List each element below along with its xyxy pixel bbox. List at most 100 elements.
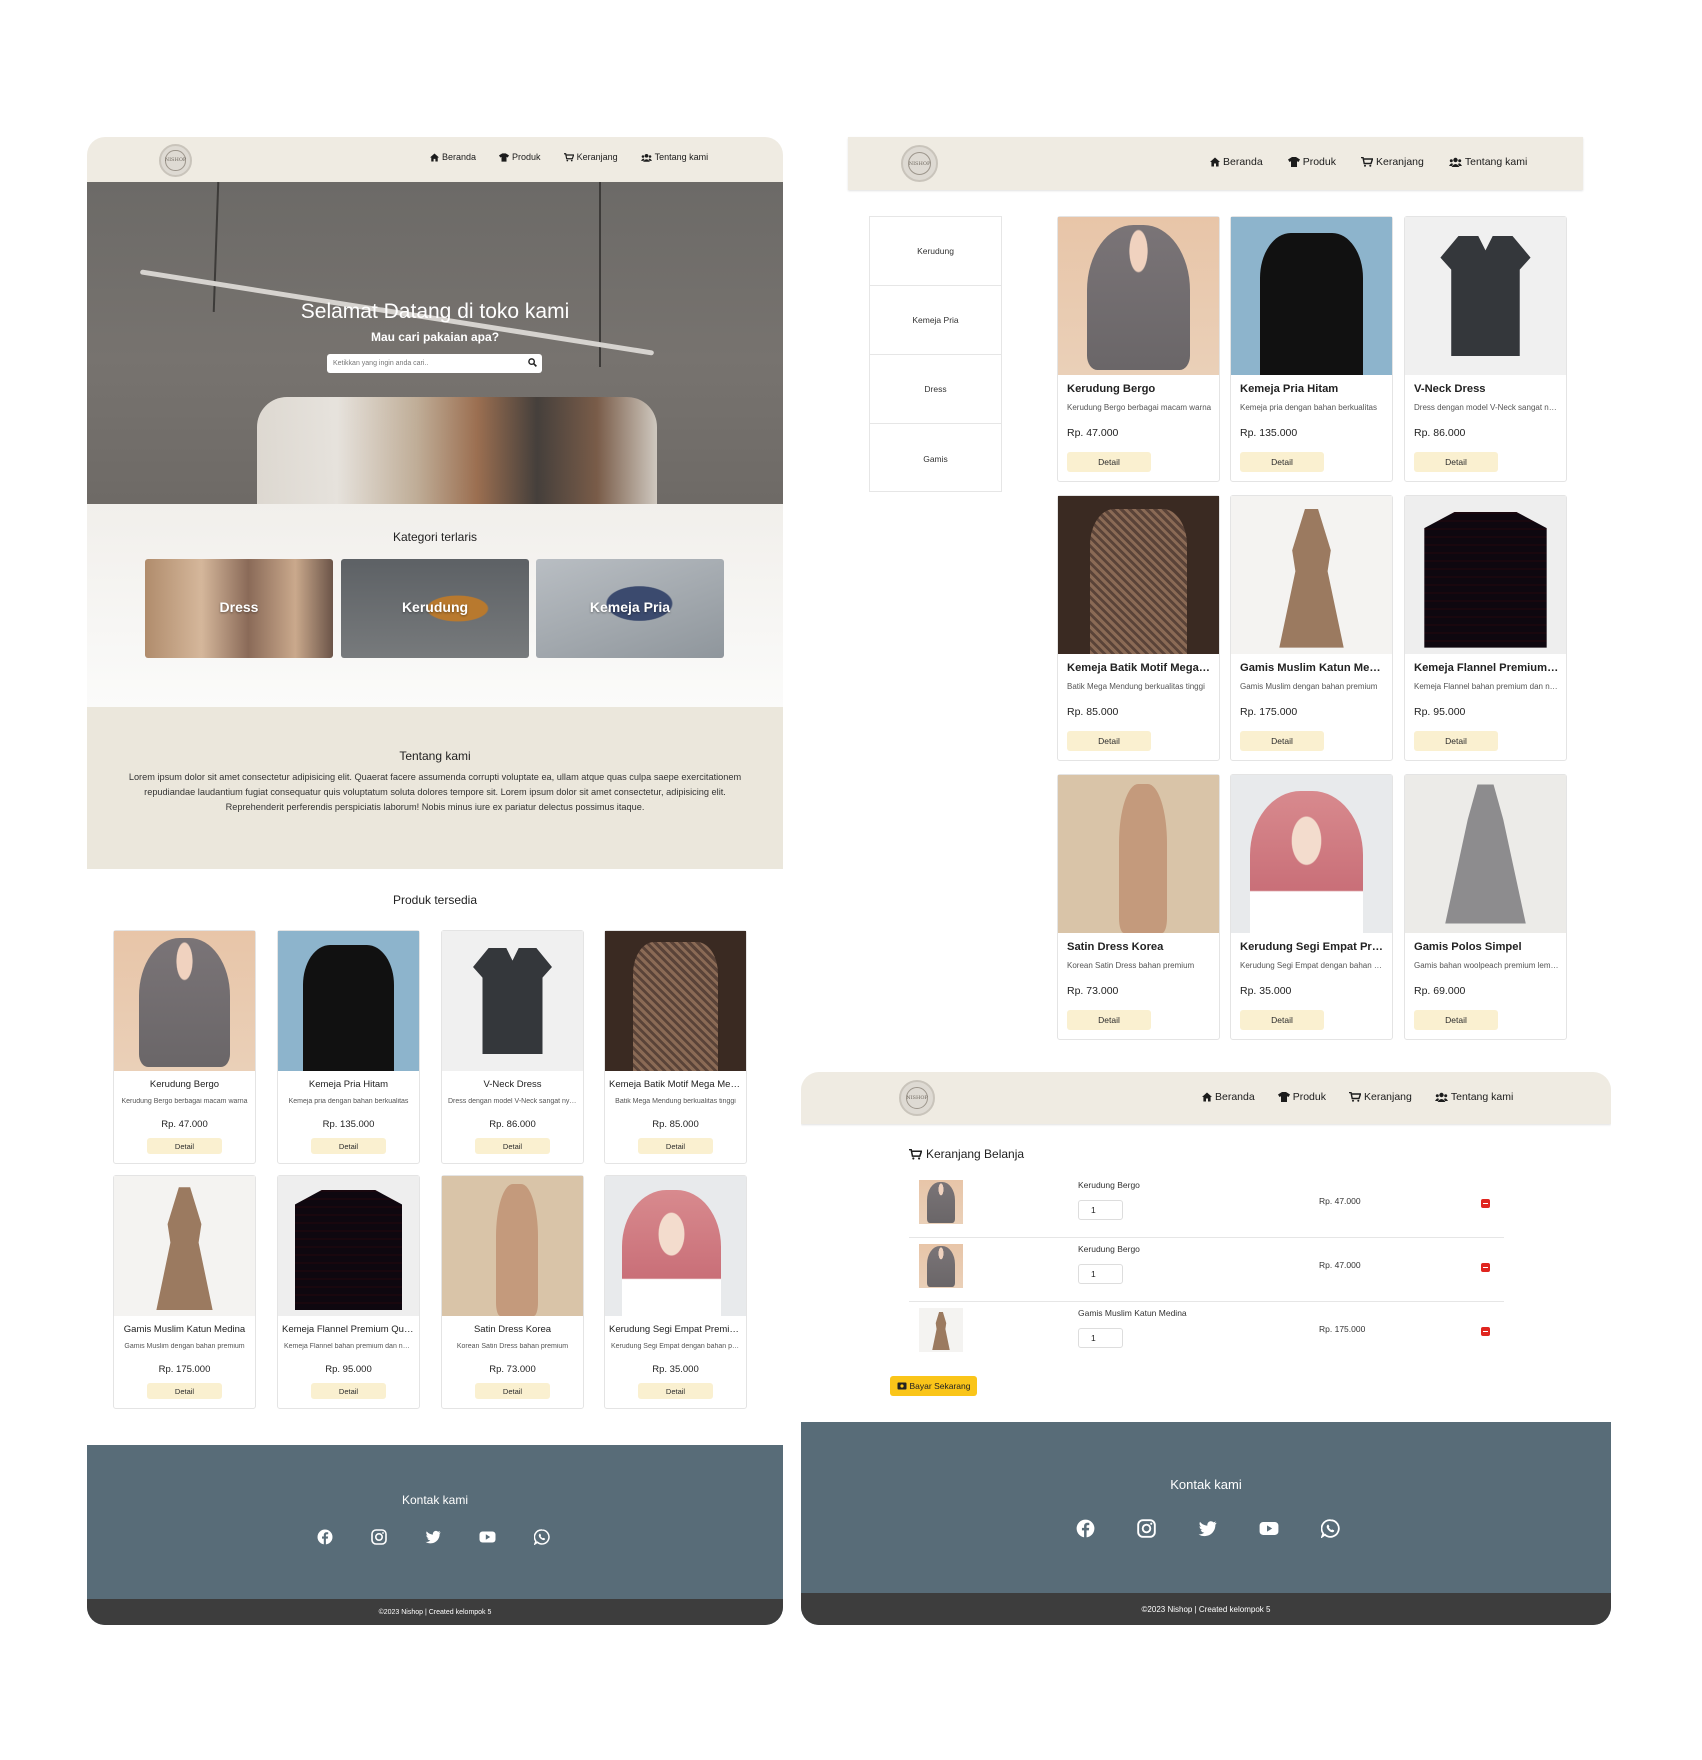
product-card[interactable]: Kemeja Pria Hitam Kemeja pria dengan bah… (277, 930, 420, 1164)
search-icon[interactable] (528, 358, 537, 367)
product-card[interactable]: Kemeja Flannel Premium Quality Kemeja Fl… (277, 1175, 420, 1409)
products-page-screenshot: NISHOP Beranda Produk Keranjang Tentang … (848, 137, 1583, 1042)
category-card-kerudung[interactable]: Kerudung (341, 559, 529, 658)
nav-beranda[interactable]: Beranda (1202, 1091, 1255, 1103)
category-card-dress[interactable]: Dress (145, 559, 333, 658)
detail-button[interactable]: Detail (1414, 1010, 1498, 1030)
detail-button[interactable]: Detail (1240, 452, 1324, 472)
product-name: Satin Dress Korea (1067, 941, 1164, 953)
product-price: Rp. 47.000 (1067, 427, 1119, 439)
sidebar-item-kerudung[interactable]: Kerudung (870, 217, 1001, 286)
detail-button[interactable]: Detail (1067, 731, 1151, 751)
detail-button[interactable]: Detail (1240, 731, 1324, 751)
search-input[interactable]: Ketikkan yang ingin anda cari.. (327, 354, 542, 373)
quantity-input[interactable]: 1 (1078, 1264, 1123, 1284)
product-image (114, 931, 255, 1071)
product-price: Rp. 135.000 (322, 1119, 375, 1130)
category-card-kemeja-pria[interactable]: Kemeja Pria (536, 559, 724, 658)
product-name: Kerudung Segi Empat Premium (609, 1324, 742, 1335)
delete-item-button[interactable] (1481, 1199, 1490, 1208)
product-card[interactable]: Gamis Muslim Katun Medina Gamis Muslim d… (113, 1175, 256, 1409)
product-name: V-Neck Dress (1414, 383, 1486, 395)
instagram-icon[interactable] (371, 1529, 387, 1550)
product-card[interactable]: Kerudung Bergo Kerudung Bergo berbagai m… (1057, 216, 1220, 482)
nav-tentang-kami[interactable]: Tentang kami (1448, 156, 1527, 168)
facebook-icon[interactable] (1076, 1519, 1095, 1543)
nav-beranda[interactable]: Beranda (1210, 156, 1263, 168)
nav-produk[interactable]: Produk (1277, 1091, 1326, 1103)
cart-item-price: Rp. 175.000 (1319, 1324, 1366, 1334)
product-card[interactable]: Kerudung Segi Empat Premium Kerudung Seg… (1230, 774, 1393, 1040)
cart-icon (563, 152, 574, 161)
product-image (442, 1176, 583, 1316)
product-price: Rp. 69.000 (1414, 985, 1466, 997)
instagram-icon[interactable] (1137, 1519, 1156, 1543)
product-price: Rp. 175.000 (158, 1364, 211, 1375)
product-card[interactable]: Satin Dress Korea Korean Satin Dress bah… (441, 1175, 584, 1409)
delete-item-button[interactable] (1481, 1263, 1490, 1272)
product-card[interactable]: Kemeja Batik Motif Mega Mendung Batik Me… (604, 930, 747, 1164)
whatsapp-icon[interactable] (533, 1529, 550, 1550)
detail-button[interactable]: Detail (1067, 452, 1151, 472)
delete-item-button[interactable] (1481, 1327, 1490, 1336)
product-card[interactable]: Kemeja Flannel Premium Quality Kemeja Fl… (1404, 495, 1567, 761)
hero-subtitle: Mau cari pakaian apa? (370, 330, 500, 344)
detail-button[interactable]: Detail (1414, 731, 1498, 751)
product-card[interactable]: Satin Dress Korea Korean Satin Dress bah… (1057, 774, 1220, 1040)
whatsapp-icon[interactable] (1320, 1519, 1340, 1543)
product-card[interactable]: Gamis Muslim Katun Medina Gamis Muslim d… (1230, 495, 1393, 761)
nav-keranjang-label: Keranjang (1363, 1091, 1412, 1103)
nav-keranjang[interactable]: Keranjang (1348, 1091, 1412, 1103)
detail-button[interactable]: Detail (311, 1383, 386, 1399)
facebook-icon[interactable] (317, 1529, 333, 1550)
detail-button[interactable]: Detail (1414, 452, 1498, 472)
sidebar-item-kemeja-pria[interactable]: Kemeja Pria (870, 286, 1001, 355)
nav-tentang-kami[interactable]: Tentang kami (1434, 1091, 1513, 1103)
product-card[interactable]: V-Neck Dress Dress dengan model V-Neck s… (1404, 216, 1567, 482)
cart-title-label: Keranjang Belanja (926, 1147, 1025, 1161)
product-price: Rp. 47.000 (161, 1119, 208, 1130)
nav-produk[interactable]: Produk (1287, 156, 1336, 168)
category-label: Dress (219, 599, 259, 615)
detail-button[interactable]: Detail (147, 1138, 222, 1154)
sidebar-item-gamis[interactable]: Gamis (870, 424, 1001, 493)
detail-button[interactable]: Detail (475, 1138, 550, 1154)
twitter-icon[interactable] (425, 1529, 441, 1550)
nav-links: Beranda Produk Keranjang Tentang kami (430, 152, 731, 162)
nav-produk[interactable]: Produk (499, 152, 541, 162)
product-price: Rp. 73.000 (489, 1364, 536, 1375)
product-card[interactable]: V-Neck Dress Dress dengan model V-Neck s… (441, 930, 584, 1164)
shop-logo[interactable]: NISHOP (901, 145, 938, 182)
nav-beranda[interactable]: Beranda (430, 152, 476, 162)
youtube-icon[interactable] (1259, 1519, 1279, 1543)
footer-title: Kontak kami (1170, 1477, 1242, 1492)
detail-button[interactable]: Detail (475, 1383, 550, 1399)
detail-button[interactable]: Detail (147, 1383, 222, 1399)
product-image (1231, 217, 1392, 375)
sidebar-item-dress[interactable]: Dress (870, 355, 1001, 424)
shop-logo[interactable]: NISHOP (159, 144, 192, 177)
detail-button[interactable]: Detail (638, 1138, 713, 1154)
product-card[interactable]: Kerudung Segi Empat Premium Kerudung Seg… (604, 1175, 747, 1409)
users-icon (640, 153, 652, 162)
product-card[interactable]: Kemeja Batik Motif Mega Mendung Batik Me… (1057, 495, 1220, 761)
quantity-input[interactable]: 1 (1078, 1200, 1123, 1220)
detail-button[interactable]: Detail (311, 1138, 386, 1154)
product-card[interactable]: Kemeja Pria Hitam Kemeja pria dengan bah… (1230, 216, 1393, 482)
shop-logo[interactable]: NISHOP (899, 1080, 935, 1116)
detail-button[interactable]: Detail (1240, 1010, 1324, 1030)
product-price: Rp. 73.000 (1067, 985, 1119, 997)
youtube-icon[interactable] (479, 1529, 496, 1550)
nav-keranjang[interactable]: Keranjang (1360, 156, 1424, 168)
twitter-icon[interactable] (1198, 1519, 1217, 1543)
shirt-icon (1277, 1092, 1290, 1102)
product-card[interactable]: Kerudung Bergo Kerudung Bergo berbagai m… (113, 930, 256, 1164)
nav-keranjang[interactable]: Keranjang (563, 152, 618, 162)
quantity-input[interactable]: 1 (1078, 1328, 1123, 1348)
nav-tentang-kami[interactable]: Tentang kami (640, 152, 708, 162)
pay-now-button[interactable]: Bayar Sekarang (890, 1376, 977, 1396)
cart-item-name: Kerudung Bergo (1078, 1244, 1140, 1254)
detail-button[interactable]: Detail (1067, 1010, 1151, 1030)
detail-button[interactable]: Detail (638, 1383, 713, 1399)
product-card[interactable]: Gamis Polos Simpel Gamis bahan woolpeach… (1404, 774, 1567, 1040)
